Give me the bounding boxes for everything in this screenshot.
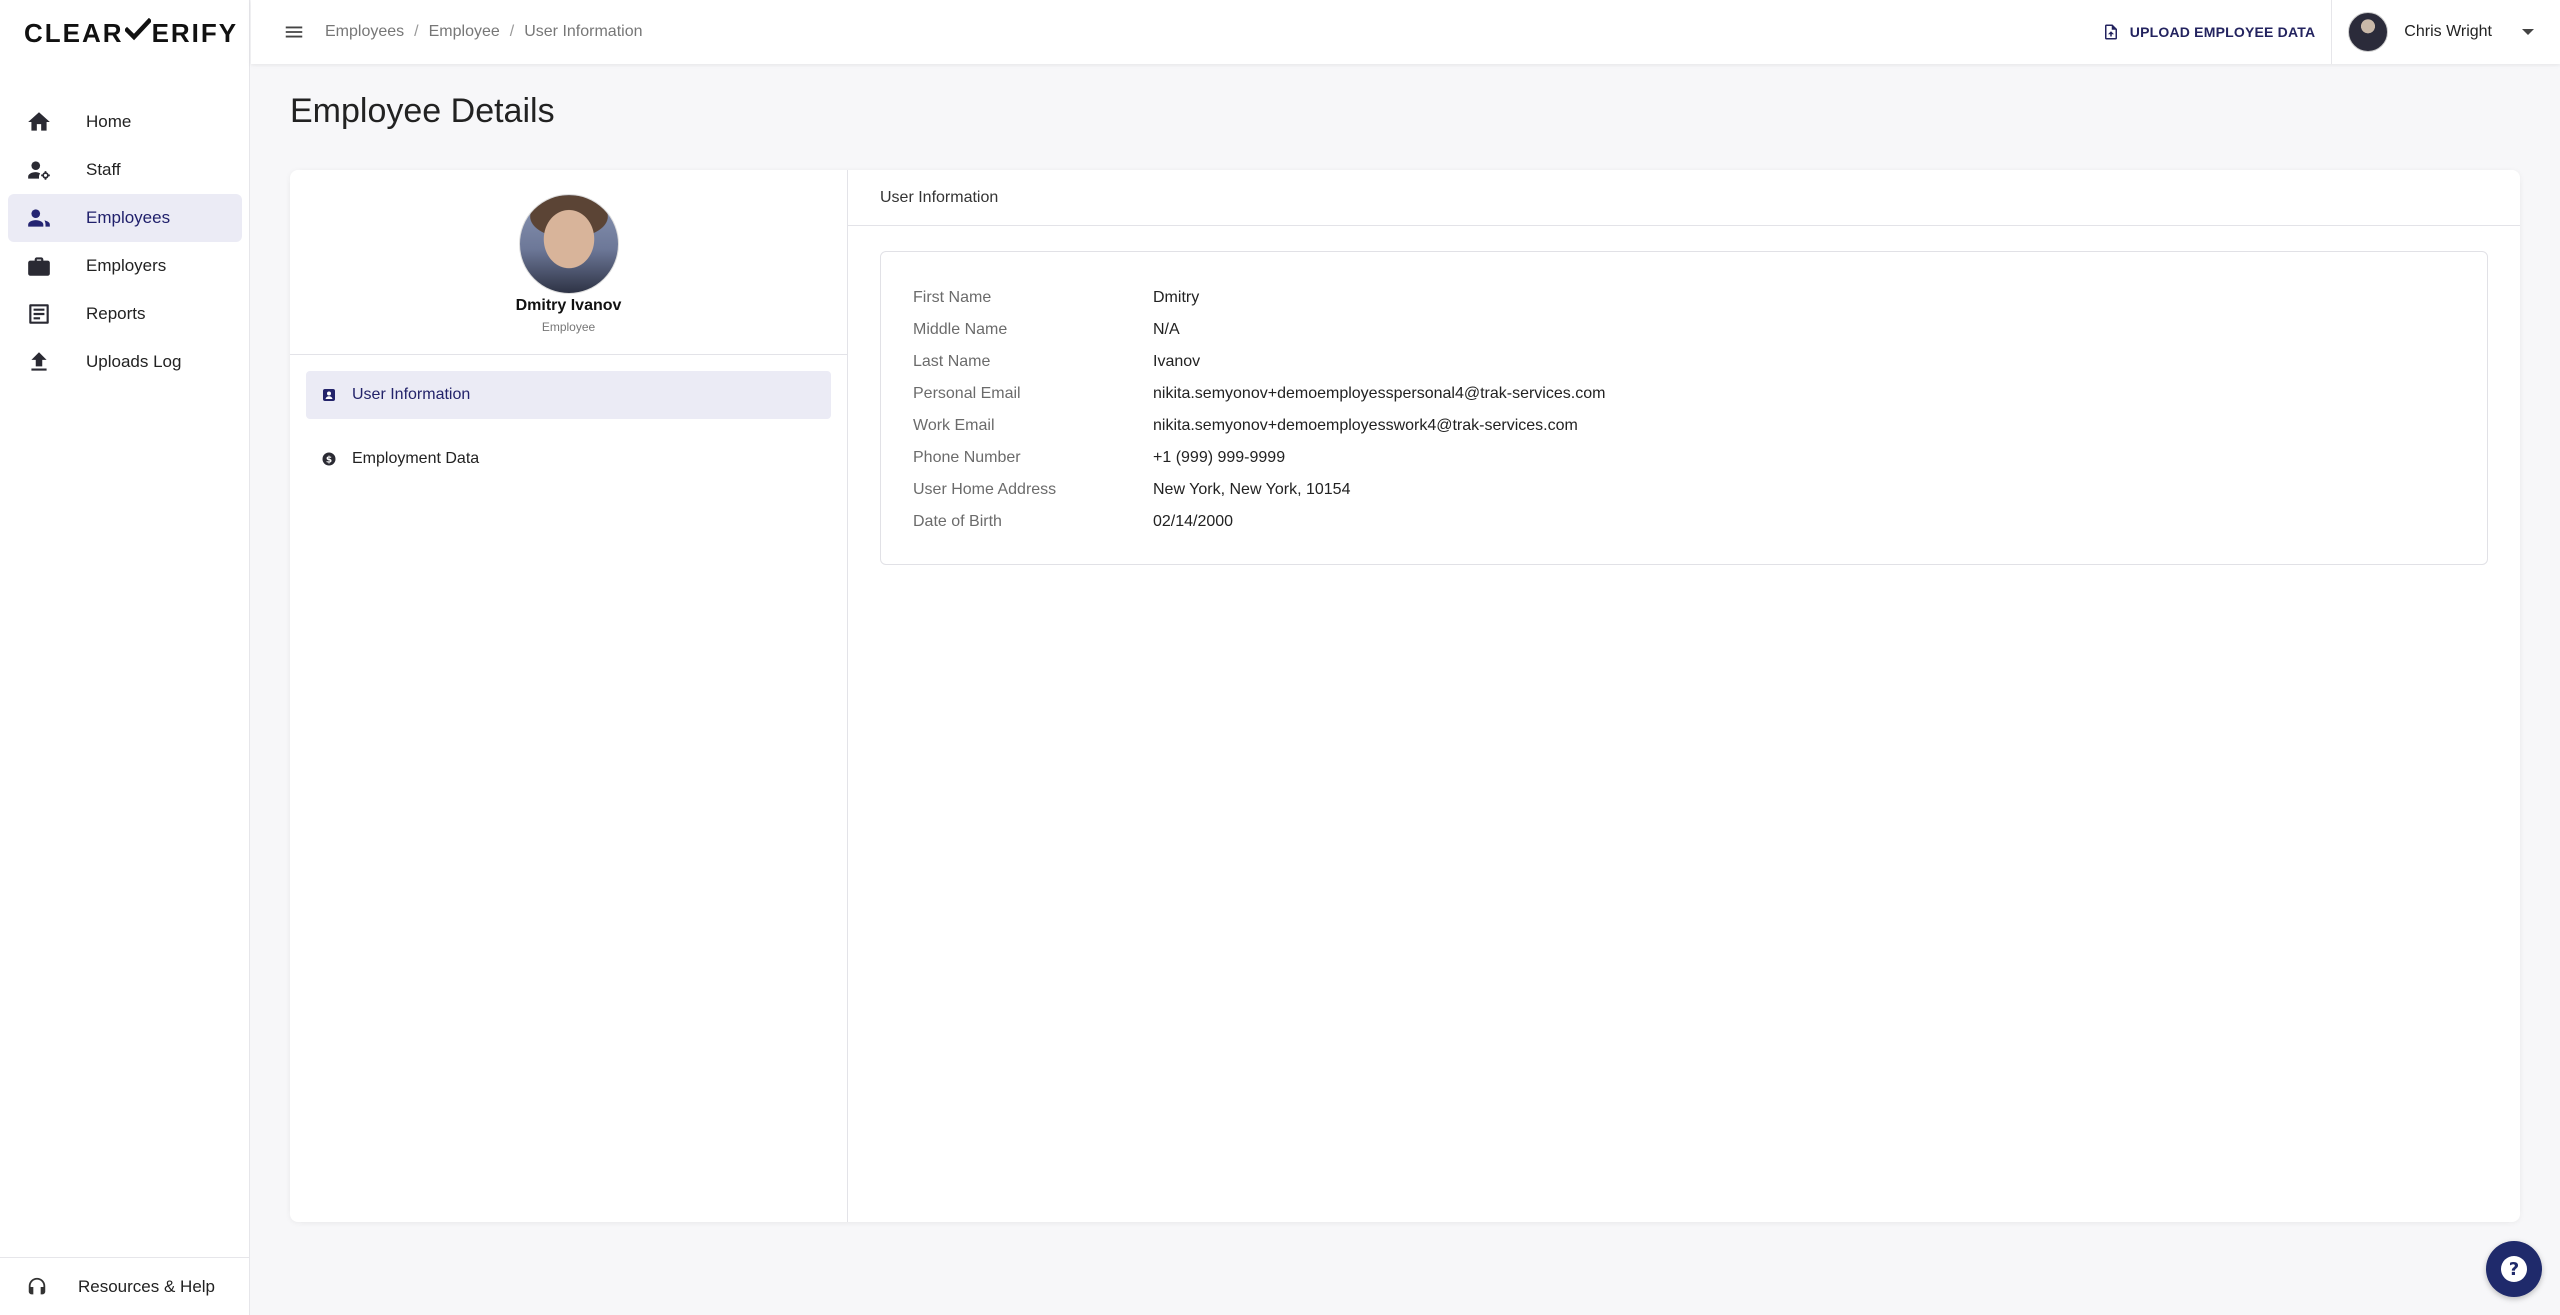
- field-label: Phone Number: [913, 449, 1021, 466]
- field-label: Personal Email: [913, 385, 1021, 402]
- field-value: nikita.semyonov+demoemployesswork4@trak-…: [1153, 417, 1578, 434]
- employees-icon: [26, 205, 52, 231]
- resources-help-label: Resources & Help: [78, 1276, 216, 1296]
- tab-user-information[interactable]: User Information: [306, 371, 831, 419]
- reports-icon: [26, 301, 52, 327]
- breadcrumb-separator: /: [414, 23, 419, 40]
- info-row-first-name: First Name Dmitry: [913, 282, 2455, 314]
- field-label: Work Email: [913, 417, 995, 434]
- sidebar-item-employers[interactable]: Employers: [8, 242, 242, 290]
- employee-name: Dmitry Ivanov: [515, 297, 622, 314]
- info-row-middle-name: Middle Name N/A: [913, 314, 2455, 346]
- breadcrumb-separator: /: [509, 23, 515, 40]
- resources-help-link[interactable]: Resources & Help: [0, 1257, 250, 1315]
- detail-menu: User Information $ Employment Data: [290, 355, 847, 483]
- field-label: User Home Address: [913, 481, 1057, 498]
- breadcrumb-employees[interactable]: Employees: [325, 23, 404, 41]
- info-row-personal-email: Personal Email nikita.semyonov+demoemplo…: [913, 378, 2455, 410]
- user-name: Chris Wright: [2404, 23, 2492, 40]
- avatar: [2348, 12, 2389, 52]
- sidebar-item-uploads-log[interactable]: Uploads Log: [8, 338, 242, 386]
- field-value: 02/14/2000: [1153, 513, 1234, 530]
- info-row-phone-number: Phone Number +1 (999) 999-9999: [913, 442, 2455, 474]
- svg-text:$: $: [326, 455, 332, 465]
- sidebar-item-label: Employees: [86, 208, 171, 227]
- sidebar-item-employees[interactable]: Employees: [8, 194, 242, 242]
- sidebar-item-label: Reports: [86, 304, 146, 323]
- help-button[interactable]: ?: [2486, 1241, 2542, 1297]
- chevron-down-icon: [2522, 29, 2534, 35]
- tab-label: Employment Data: [352, 450, 480, 467]
- sidebar-item-staff[interactable]: Staff: [8, 146, 242, 194]
- field-value: +1 (999) 999-9999: [1153, 449, 1286, 466]
- sidebar-item-label: Employers: [86, 256, 167, 275]
- field-label: Middle Name: [913, 321, 1008, 338]
- question-icon: ?: [2501, 1256, 2527, 1282]
- upload-label: UPLOAD EMPLOYEE DATA: [2129, 24, 2316, 40]
- logo-check-icon: [123, 17, 152, 49]
- info-row-work-email: Work Email nikita.semyonov+demoemployess…: [913, 410, 2455, 442]
- employee-avatar: [518, 194, 619, 294]
- sidebar-item-label: Staff: [86, 160, 121, 179]
- info-row-last-name: Last Name Ivanov: [913, 346, 2455, 378]
- home-icon: [26, 109, 52, 135]
- field-label: Last Name: [913, 353, 991, 370]
- staff-icon: [26, 157, 52, 183]
- logo-text-right: ERIFY: [151, 17, 239, 48]
- user-information-list: First Name Dmitry Middle Name N/A Last N…: [880, 251, 2488, 565]
- tab-label: User Information: [352, 386, 471, 403]
- sidebar: CLEAR ERIFY Home Staff Employees Employe…: [0, 0, 250, 1315]
- clearverify-logo[interactable]: CLEAR ERIFY: [24, 17, 239, 49]
- field-value: Ivanov: [1153, 353, 1201, 370]
- topbar-actions: UPLOAD EMPLOYEE DATA Chris Wright: [2086, 0, 2560, 64]
- tab-employment-data[interactable]: $ Employment Data: [306, 435, 831, 483]
- employee-role: Employee: [541, 320, 596, 334]
- sidebar-nav: Home Staff Employees Employers Reports U…: [8, 98, 242, 386]
- profile-panel: Dmitry Ivanov Employee User Information …: [290, 170, 848, 1222]
- breadcrumb: Employees / Employee / User Information: [325, 23, 642, 41]
- contact-card-icon: [322, 388, 336, 402]
- menu-toggle-icon[interactable]: [283, 21, 305, 43]
- sidebar-item-label: Home: [86, 112, 132, 131]
- breadcrumb-employee[interactable]: Employee: [429, 23, 500, 41]
- info-row-home-address: User Home Address New York, New York, 10…: [913, 474, 2455, 506]
- briefcase-icon: [26, 253, 52, 279]
- logo-text-left: CLEAR: [24, 17, 124, 48]
- svg-text:?: ?: [2509, 1259, 2519, 1280]
- dollar-icon: $: [322, 452, 336, 466]
- user-information-panel: User Information First Name Dmitry Middl…: [848, 170, 2520, 1222]
- info-row-date-of-birth: Date of Birth 02/14/2000: [913, 506, 2455, 538]
- topbar: Employees / Employee / User Information …: [251, 0, 2560, 64]
- field-value: Dmitry: [1153, 289, 1200, 306]
- field-label: Date of Birth: [913, 513, 1002, 530]
- user-menu[interactable]: Chris Wright: [2331, 0, 2560, 64]
- upload-icon: [26, 349, 52, 375]
- breadcrumb-current: User Information: [524, 23, 643, 40]
- sidebar-item-reports[interactable]: Reports: [8, 290, 242, 338]
- sidebar-item-label: Uploads Log: [86, 352, 182, 371]
- file-upload-icon: [2104, 24, 2117, 40]
- upload-employee-data-button[interactable]: UPLOAD EMPLOYEE DATA: [2086, 0, 2332, 64]
- field-value: nikita.semyonov+demoemployesspersonal4@t…: [1153, 385, 1606, 402]
- field-value: New York, New York, 10154: [1153, 481, 1351, 498]
- field-label: First Name: [913, 289, 992, 306]
- employee-details-card: Dmitry Ivanov Employee User Information …: [290, 170, 2520, 1222]
- headset-icon: [28, 1277, 46, 1294]
- page-title: Employee Details: [290, 92, 555, 130]
- panel-header: User Information: [848, 170, 2520, 226]
- profile-summary: Dmitry Ivanov Employee: [290, 170, 847, 355]
- sidebar-item-home[interactable]: Home: [8, 98, 242, 146]
- field-value: N/A: [1153, 321, 1180, 338]
